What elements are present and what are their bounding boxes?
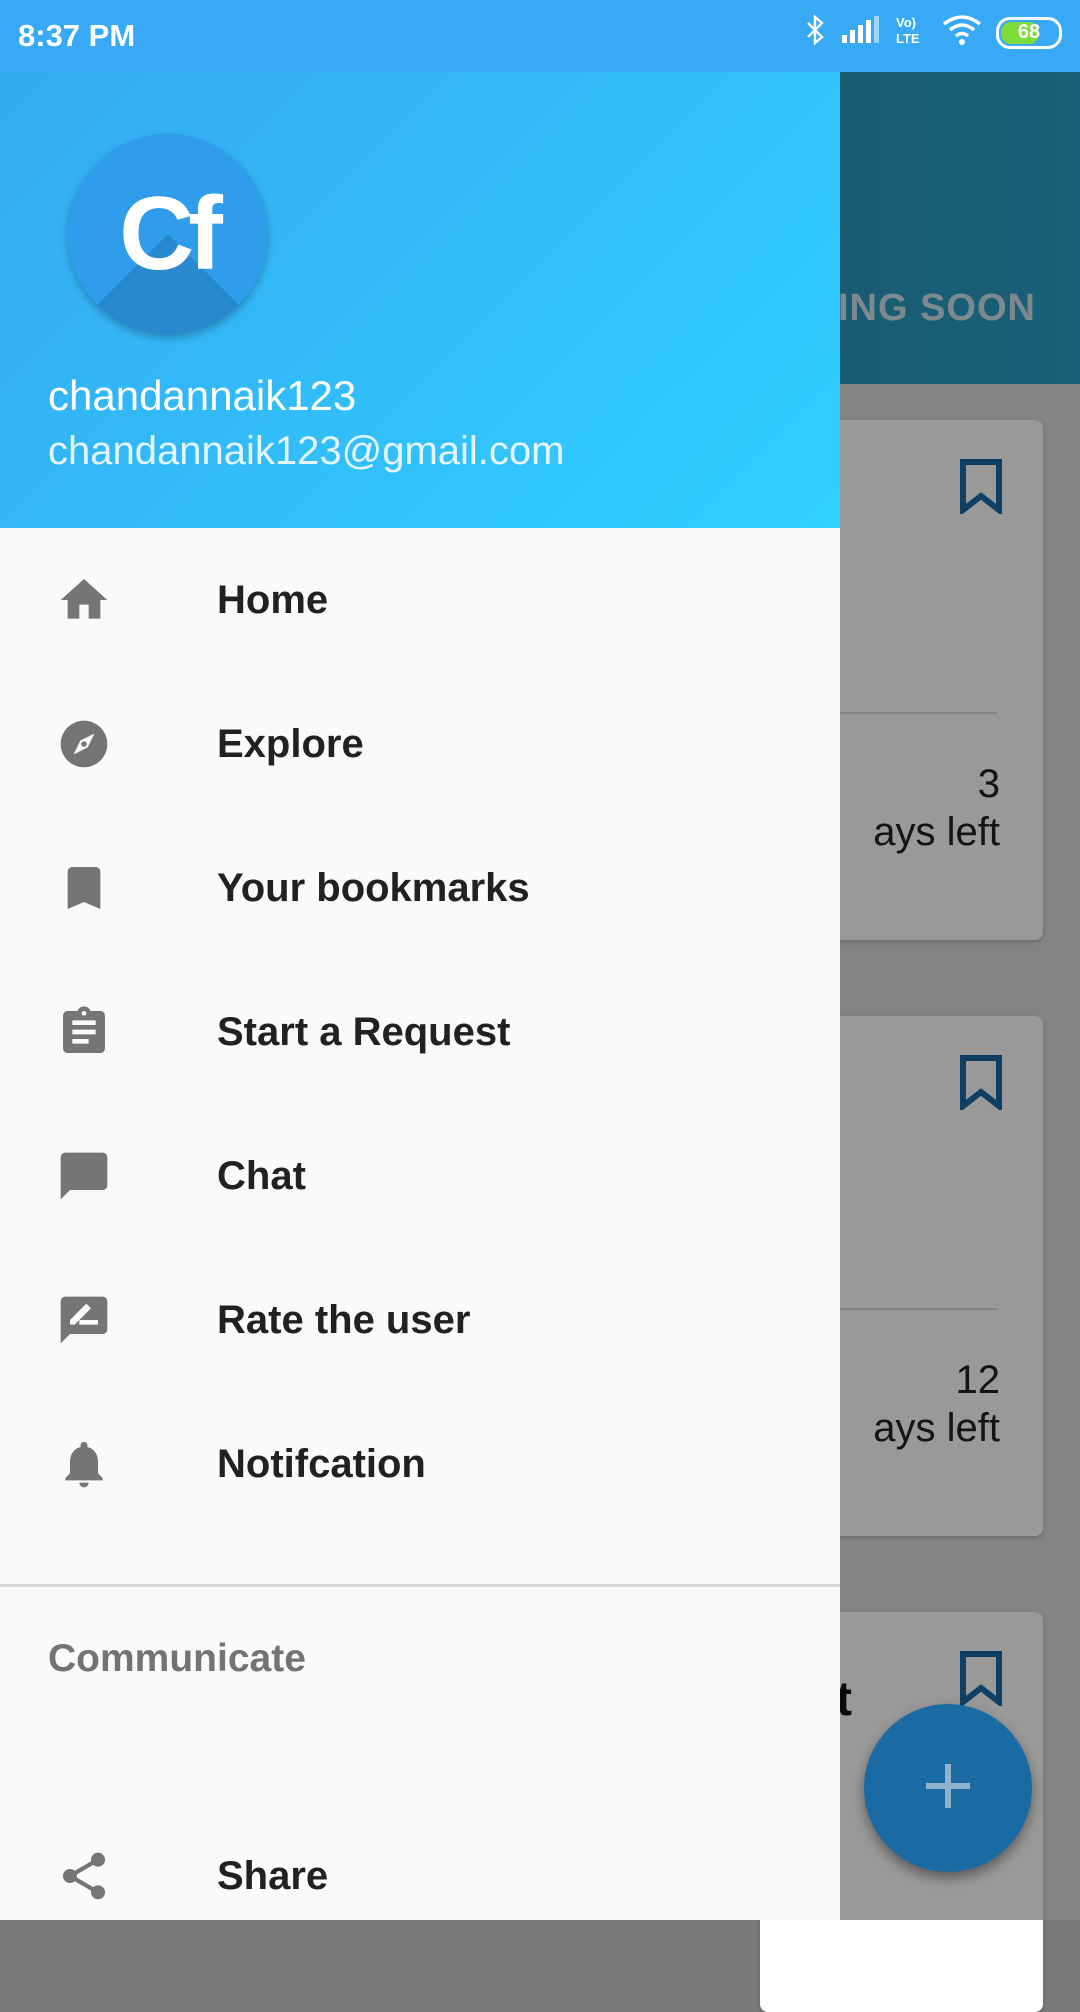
- account-username: chandannaik123: [48, 372, 357, 419]
- wifi-icon: [942, 14, 982, 51]
- menu-item-label: Chat: [217, 1153, 306, 1198]
- drawer-divider: [0, 1584, 840, 1587]
- status-time: 8:37 PM: [18, 18, 136, 53]
- menu-item-label: Home: [217, 577, 329, 622]
- menu-item-start-request[interactable]: Start a Request: [0, 960, 840, 1104]
- avatar[interactable]: Cf: [68, 134, 268, 334]
- bookmark-icon: [54, 858, 114, 918]
- share-icon: [54, 1846, 114, 1906]
- section-title-communicate: Communicate: [48, 1637, 306, 1680]
- svg-text:LTE: LTE: [896, 31, 920, 46]
- menu-item-label: Share: [217, 1853, 329, 1898]
- status-icons: Vo) LTE 68: [804, 14, 1062, 51]
- account-email: chandannaik123@gmail.com: [48, 429, 565, 473]
- menu-item-share[interactable]: Share: [0, 1804, 840, 1920]
- menu-item-label: Your bookmarks: [217, 865, 530, 910]
- home-icon: [54, 570, 114, 630]
- drawer-header: Cf chandannaik123 chandannaik123@gmail.c…: [0, 72, 840, 528]
- status-bar: 8:37 PM Vo) LTE 68: [0, 0, 1080, 72]
- clipboard-icon: [54, 1002, 114, 1062]
- drawer-menu: Home Explore Your bookmarks Start a Requ…: [0, 528, 840, 1536]
- menu-item-bookmarks[interactable]: Your bookmarks: [0, 816, 840, 960]
- add-fab-button[interactable]: [864, 1704, 1032, 1872]
- menu-item-explore[interactable]: Explore: [0, 672, 840, 816]
- chat-icon: [54, 1146, 114, 1206]
- svg-text:Vo): Vo): [896, 15, 916, 30]
- menu-item-label: Notifcation: [217, 1441, 426, 1486]
- avatar-initials: Cf: [119, 175, 223, 292]
- volte-icon: Vo) LTE: [894, 14, 928, 51]
- menu-item-home[interactable]: Home: [0, 528, 840, 672]
- menu-item-chat[interactable]: Chat: [0, 1104, 840, 1248]
- menu-item-notification[interactable]: Notifcation: [0, 1392, 840, 1536]
- battery-icon: 68: [996, 16, 1062, 49]
- battery-level: 68: [1017, 21, 1041, 43]
- navigation-drawer: Cf chandannaik123 chandannaik123@gmail.c…: [0, 72, 840, 1920]
- menu-item-label: Start a Request: [217, 1009, 511, 1054]
- bell-icon: [54, 1434, 114, 1494]
- menu-item-rate-user[interactable]: Rate the user: [0, 1248, 840, 1392]
- plus-icon: [924, 1762, 972, 1815]
- rate-review-icon: [54, 1290, 114, 1350]
- menu-item-label: Rate the user: [217, 1297, 471, 1342]
- signal-icon: [840, 15, 880, 50]
- menu-item-label: Explore: [217, 721, 364, 766]
- bluetooth-icon: [804, 14, 826, 51]
- compass-icon: [54, 714, 114, 774]
